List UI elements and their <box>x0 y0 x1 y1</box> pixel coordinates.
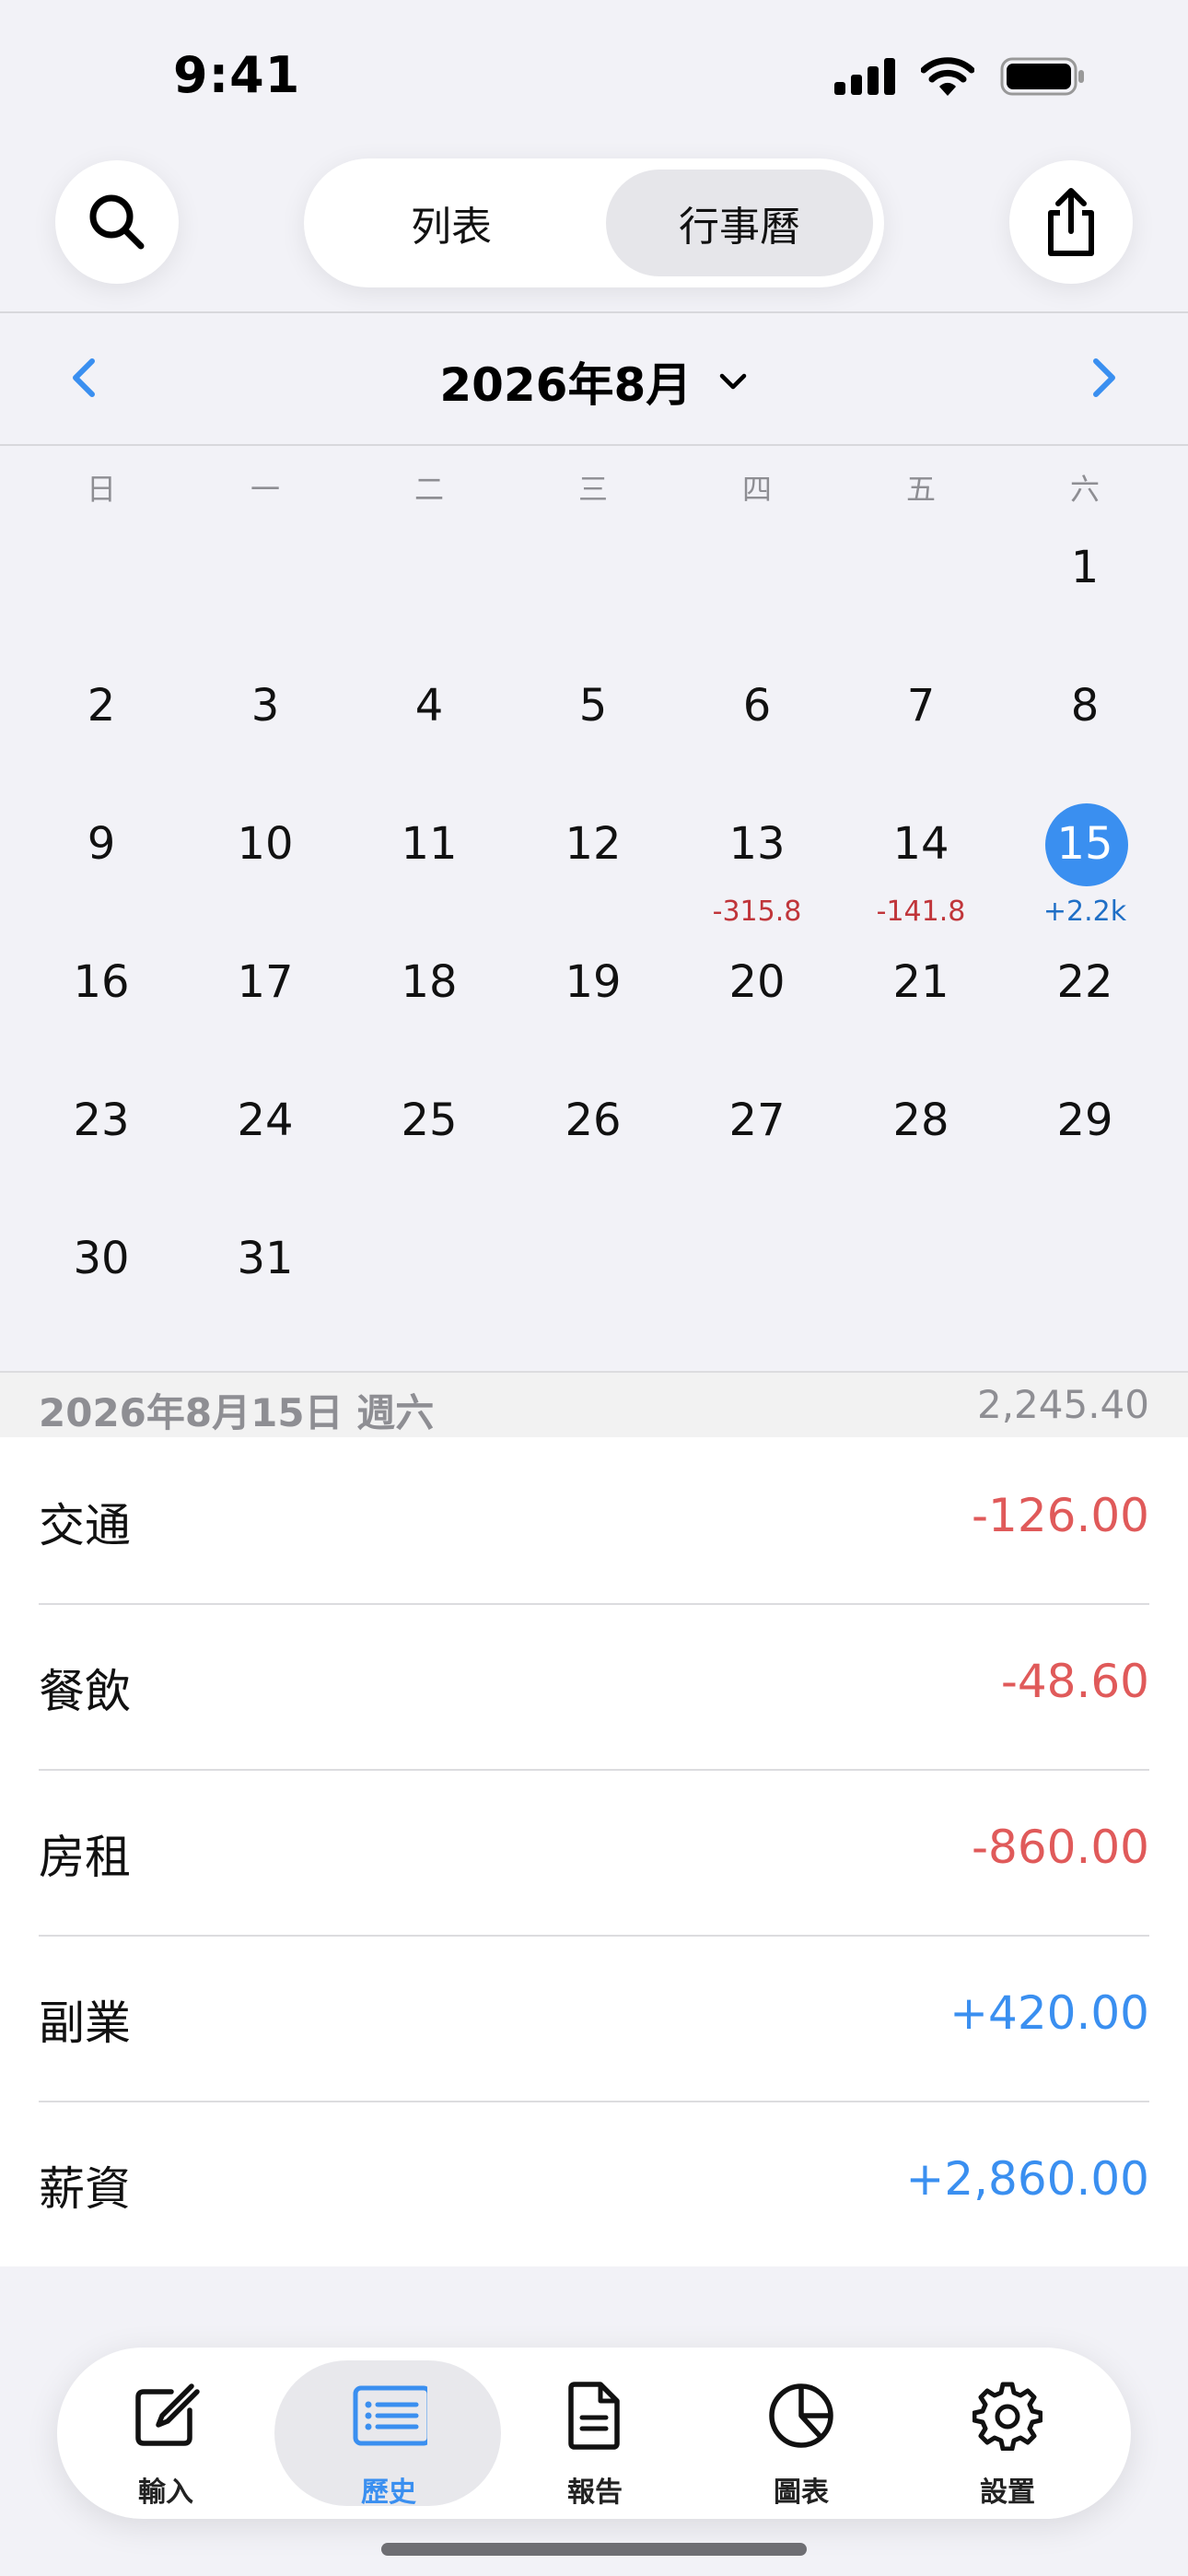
day-amount: -315.8 <box>712 896 802 928</box>
transaction-row[interactable]: 薪資 +2,860.00 <box>39 2101 1149 2266</box>
calendar-day[interactable]: 27 <box>675 1095 839 1146</box>
calendar-day[interactable]: 16 <box>19 956 183 1008</box>
transaction-category: 房租 <box>39 1831 131 1884</box>
calendar-day[interactable]: 4 <box>347 680 511 732</box>
calendar-day[interactable]: 8 <box>1003 680 1167 732</box>
gear-icon <box>973 2382 1042 2451</box>
divider <box>0 311 1188 313</box>
segment-calendar[interactable]: 行事曆 <box>606 170 873 276</box>
calendar-day[interactable]: 29 <box>1003 1095 1167 1146</box>
status-time: 9:41 <box>173 46 301 104</box>
share-icon <box>1048 188 1094 256</box>
transaction-row[interactable]: 房租 -860.00 <box>39 1769 1149 1937</box>
day-amount: -141.8 <box>876 896 966 928</box>
weekday-label: 三 <box>577 472 608 507</box>
calendar-day[interactable]: 11 <box>347 818 511 870</box>
transaction-row[interactable]: 餐飲 -48.60 <box>39 1603 1149 1771</box>
weekday-label: 一 <box>250 472 280 507</box>
calendar-day[interactable]: 1 <box>1003 542 1167 593</box>
tab-chart[interactable]: 圖表 <box>698 2348 904 2519</box>
calendar-day[interactable]: 2 <box>19 680 183 732</box>
transaction-category: 副業 <box>39 1996 131 2050</box>
tab-label: 輸入 <box>138 2476 193 2509</box>
calendar-day[interactable]: 20 <box>675 956 839 1008</box>
transaction-amount: +420.00 <box>949 1986 1149 2040</box>
pie-chart-icon <box>769 2383 833 2448</box>
transaction-amount: -48.60 <box>1000 1655 1149 1708</box>
calendar-day[interactable]: 31 <box>183 1233 347 1284</box>
search-icon <box>89 194 145 250</box>
calendar-day[interactable]: 18 <box>347 956 511 1008</box>
calendar-day[interactable]: 19 <box>511 956 675 1008</box>
view-mode-segmented-control: 列表 行事曆 <box>304 158 884 287</box>
tab-label: 設置 <box>980 2476 1035 2509</box>
day-amount: +2.2k <box>1042 896 1127 928</box>
tab-input[interactable]: 輸入 <box>63 2348 269 2519</box>
cellular-signal-icon <box>834 58 895 95</box>
calendar-day[interactable]: 28 <box>839 1095 1003 1146</box>
weekday-label: 四 <box>741 472 772 507</box>
tab-bar: 輸入 歷史 報告 圖表 設置 <box>57 2348 1131 2519</box>
calendar-day[interactable]: 25 <box>347 1095 511 1146</box>
calendar-day[interactable]: 7 <box>839 680 1003 732</box>
chevron-down-icon <box>719 373 746 390</box>
calendar-day[interactable]: 17 <box>183 956 347 1008</box>
calendar-day[interactable]: 3 <box>183 680 347 732</box>
calendar-day[interactable]: 13 <box>675 818 839 870</box>
calendar-day[interactable]: 5 <box>511 680 675 732</box>
calendar-day[interactable]: 21 <box>839 956 1003 1008</box>
transaction-category: 餐飲 <box>39 1665 131 1718</box>
transaction-amount: +2,860.00 <box>905 2152 1149 2206</box>
transaction-row[interactable]: 交通 -126.00 <box>39 1437 1149 1605</box>
tab-report[interactable]: 報告 <box>492 2348 698 2519</box>
document-icon <box>568 2382 620 2450</box>
tab-label: 歷史 <box>361 2476 416 2509</box>
edit-icon <box>135 2383 200 2446</box>
calendar-day[interactable]: 9 <box>19 818 183 870</box>
calendar-day[interactable]: 24 <box>183 1095 347 1146</box>
month-picker[interactable]: 2026年8月 <box>0 348 1188 415</box>
divider <box>0 444 1188 446</box>
calendar-day[interactable]: 22 <box>1003 956 1167 1008</box>
calendar-day[interactable]: 14 <box>839 818 1003 870</box>
home-indicator <box>381 2543 807 2556</box>
transaction-category: 薪資 <box>39 2162 131 2216</box>
segment-list[interactable]: 列表 <box>317 170 586 276</box>
transaction-amount: -860.00 <box>972 1821 1149 1874</box>
transaction-list: 交通 -126.00 餐飲 -48.60 房租 -860.00 副業 +420.… <box>0 1437 1188 2266</box>
calendar-day[interactable]: 23 <box>19 1095 183 1146</box>
next-month-button[interactable] <box>1083 357 1124 398</box>
calendar-day[interactable]: 6 <box>675 680 839 732</box>
search-button[interactable] <box>55 160 179 284</box>
battery-icon <box>1000 57 1084 96</box>
calendar-day[interactable]: 10 <box>183 818 347 870</box>
calendar-day-selected[interactable]: 15 <box>1003 818 1167 870</box>
tab-label: 圖表 <box>774 2476 829 2509</box>
selected-day-date: 2026年8月15日 週六 <box>39 1390 435 1435</box>
tab-settings[interactable]: 設置 <box>904 2348 1111 2519</box>
calendar-day[interactable]: 30 <box>19 1233 183 1284</box>
share-button[interactable] <box>1009 160 1133 284</box>
transaction-row[interactable]: 副業 +420.00 <box>39 1935 1149 2102</box>
weekday-label: 二 <box>413 472 444 507</box>
wifi-icon <box>921 57 974 96</box>
weekday-label: 五 <box>905 472 936 507</box>
list-icon <box>353 2385 427 2446</box>
weekday-label: 六 <box>1069 472 1100 507</box>
transaction-amount: -126.00 <box>972 1489 1149 1542</box>
calendar-day[interactable]: 26 <box>511 1095 675 1146</box>
weekday-label: 日 <box>86 472 116 507</box>
tab-history[interactable]: 歷史 <box>285 2348 492 2519</box>
tab-label: 報告 <box>567 2476 623 2509</box>
calendar-day[interactable]: 12 <box>511 818 675 870</box>
status-icons <box>834 57 1085 96</box>
selected-day-total: 2,245.40 <box>976 1382 1149 1427</box>
month-title: 2026年8月 <box>439 358 693 412</box>
transaction-category: 交通 <box>39 1499 131 1552</box>
